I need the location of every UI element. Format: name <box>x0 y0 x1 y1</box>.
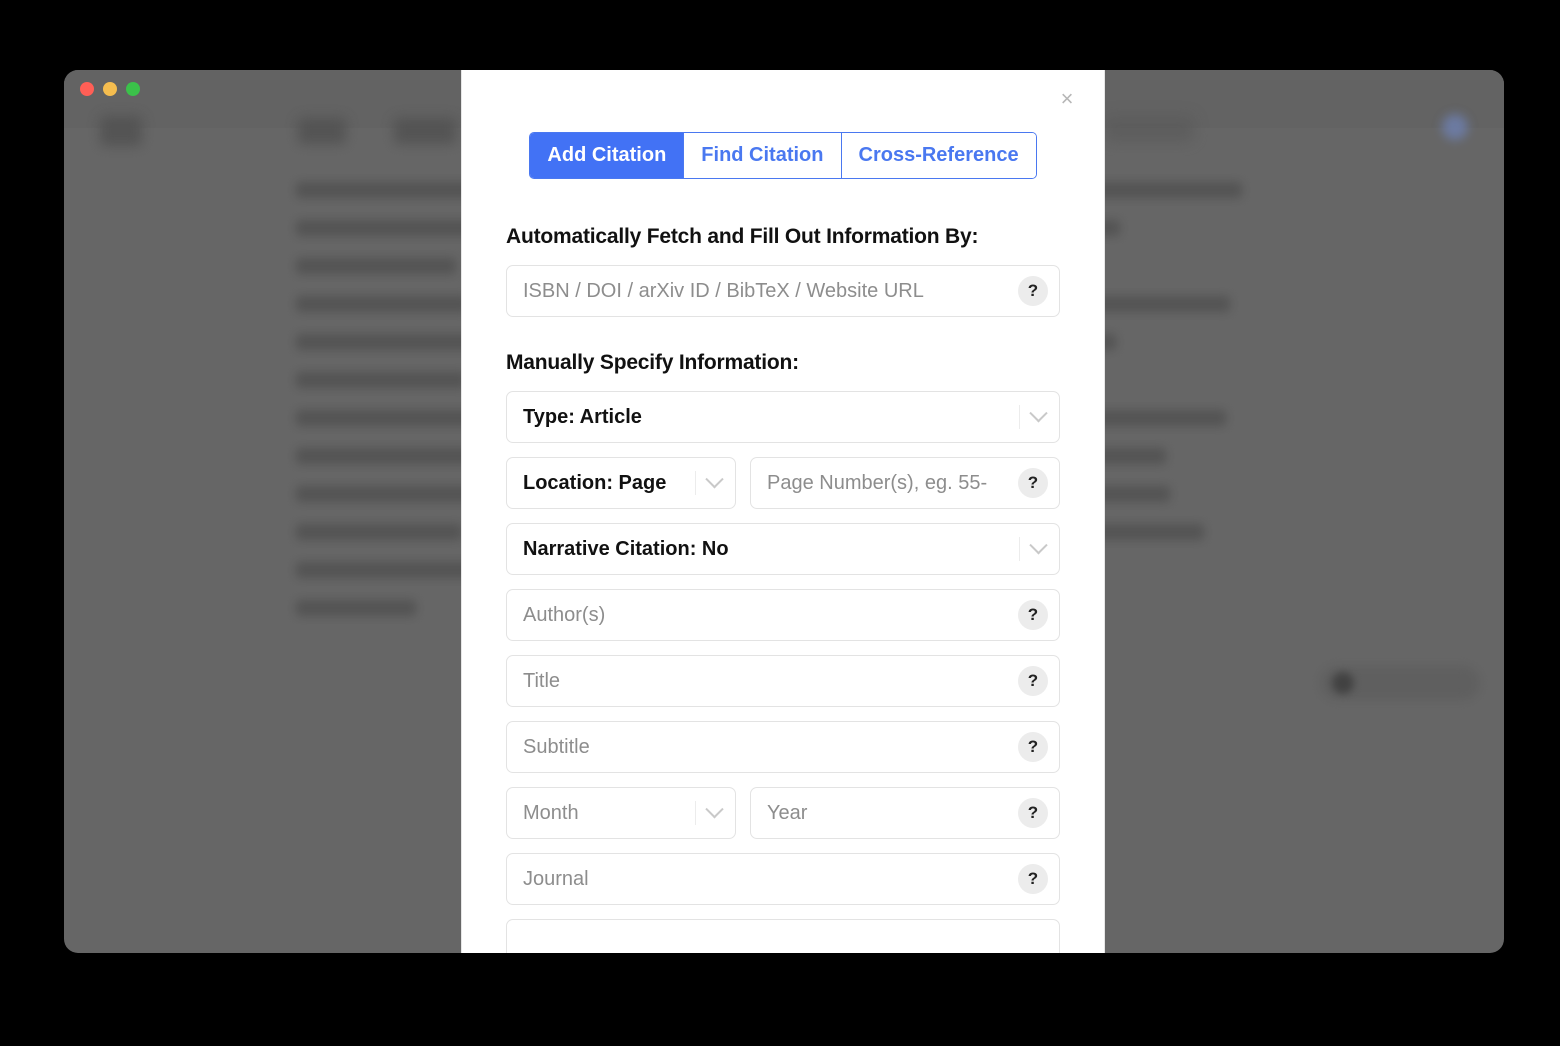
citation-modal: × Add Citation Find Citation Cross-Refer… <box>461 70 1105 953</box>
document-text-line <box>1094 524 1204 540</box>
document-text-line <box>1094 486 1170 502</box>
next-field-partial[interactable] <box>506 919 1060 953</box>
document-text-line <box>1094 182 1242 198</box>
window-minimize-button[interactable] <box>103 82 117 96</box>
narrative-citation-value: Narrative Citation: No <box>523 537 729 560</box>
help-icon-page-number[interactable]: ? <box>1018 468 1048 498</box>
location-select[interactable]: Location: Page <box>506 457 736 509</box>
identifier-placeholder[interactable]: ISBN / DOI / arXiv ID / BibTeX / Website… <box>507 280 1018 303</box>
document-text-line <box>296 334 482 350</box>
document-text-line <box>296 486 480 502</box>
select-divider <box>695 801 696 825</box>
document-text-line <box>296 182 482 198</box>
location-row: Location: Page Page Number(s), eg. 55- ? <box>506 457 1060 523</box>
screen: × Add Citation Find Citation Cross-Refer… <box>0 0 1560 1046</box>
tab-add-citation[interactable]: Add Citation <box>530 133 684 178</box>
account-avatar-blurred <box>1442 114 1468 140</box>
narrative-citation-select[interactable]: Narrative Citation: No <box>506 523 1060 575</box>
help-icon-identifier[interactable]: ? <box>1018 276 1048 306</box>
toolbar-item-blurred <box>298 118 346 144</box>
select-divider <box>695 471 696 495</box>
identifier-field[interactable]: ISBN / DOI / arXiv ID / BibTeX / Website… <box>506 265 1060 317</box>
chevron-glyph <box>705 799 724 818</box>
manual-specify-heading: Manually Specify Information: <box>506 351 799 374</box>
help-icon-authors[interactable]: ? <box>1018 600 1048 630</box>
subtitle-field[interactable]: Subtitle ? <box>506 721 1060 773</box>
location-select-value: Location: Page <box>523 471 667 494</box>
auto-fetch-heading: Automatically Fetch and Fill Out Informa… <box>506 225 979 248</box>
modal-tab-bar: Add Citation Find Citation Cross-Referen… <box>506 132 1060 179</box>
date-row: Month Year ? <box>506 787 1060 853</box>
tab-find-citation[interactable]: Find Citation <box>683 133 841 178</box>
year-placeholder[interactable]: Year <box>751 802 1018 825</box>
journal-field[interactable]: Journal ? <box>506 853 1060 905</box>
authors-field[interactable]: Author(s) ? <box>506 589 1060 641</box>
document-text-line <box>296 220 476 236</box>
page-number-field[interactable]: Page Number(s), eg. 55- ? <box>750 457 1060 509</box>
document-text-line <box>296 562 476 578</box>
title-field[interactable]: Title ? <box>506 655 1060 707</box>
document-text-line <box>296 296 468 312</box>
document-text-line <box>296 258 456 274</box>
chevron-glyph <box>1029 535 1048 554</box>
chevron-glyph <box>705 469 724 488</box>
select-divider <box>1019 537 1020 561</box>
month-select-value: Month <box>523 801 579 824</box>
subtitle-placeholder[interactable]: Subtitle <box>507 736 1018 759</box>
toolbar-icon-blurred <box>100 116 142 146</box>
journal-placeholder[interactable]: Journal <box>507 868 1018 891</box>
year-field[interactable]: Year ? <box>750 787 1060 839</box>
authors-placeholder[interactable]: Author(s) <box>507 604 1018 627</box>
help-icon-title[interactable]: ? <box>1018 666 1048 696</box>
window-close-button[interactable] <box>80 82 94 96</box>
chevron-down-icon[interactable] <box>1019 392 1059 442</box>
document-text-line <box>296 448 472 464</box>
document-text-line <box>296 410 478 426</box>
select-divider <box>1019 405 1020 429</box>
chevron-down-icon[interactable] <box>695 458 735 508</box>
toolbar-item-blurred <box>1104 116 1194 142</box>
window-maximize-button[interactable] <box>126 82 140 96</box>
help-icon-subtitle[interactable]: ? <box>1018 732 1048 762</box>
type-select-value: Type: Article <box>523 405 642 428</box>
document-text-line <box>296 524 462 540</box>
chevron-down-icon[interactable] <box>695 788 735 838</box>
document-text-line <box>1094 296 1230 312</box>
document-text-line <box>1094 410 1226 426</box>
traffic-lights[interactable] <box>80 82 140 96</box>
document-text-line <box>296 372 466 388</box>
month-select[interactable]: Month <box>506 787 736 839</box>
help-icon-year[interactable]: ? <box>1018 798 1048 828</box>
type-select[interactable]: Type: Article <box>506 391 1060 443</box>
floating-action-icon-blurred <box>1332 672 1354 694</box>
chevron-down-icon[interactable] <box>1019 524 1059 574</box>
tab-group: Add Citation Find Citation Cross-Referen… <box>529 132 1037 179</box>
title-placeholder[interactable]: Title <box>507 670 1018 693</box>
help-icon-journal[interactable]: ? <box>1018 864 1048 894</box>
toolbar-item-blurred <box>394 118 456 144</box>
modal-body: Add Citation Find Citation Cross-Referen… <box>462 70 1104 953</box>
document-text-line <box>296 600 416 616</box>
tab-cross-reference[interactable]: Cross-Reference <box>840 133 1036 178</box>
page-number-placeholder[interactable]: Page Number(s), eg. 55- <box>751 472 1018 495</box>
chevron-glyph <box>1029 403 1048 422</box>
close-icon[interactable]: × <box>1050 82 1084 116</box>
